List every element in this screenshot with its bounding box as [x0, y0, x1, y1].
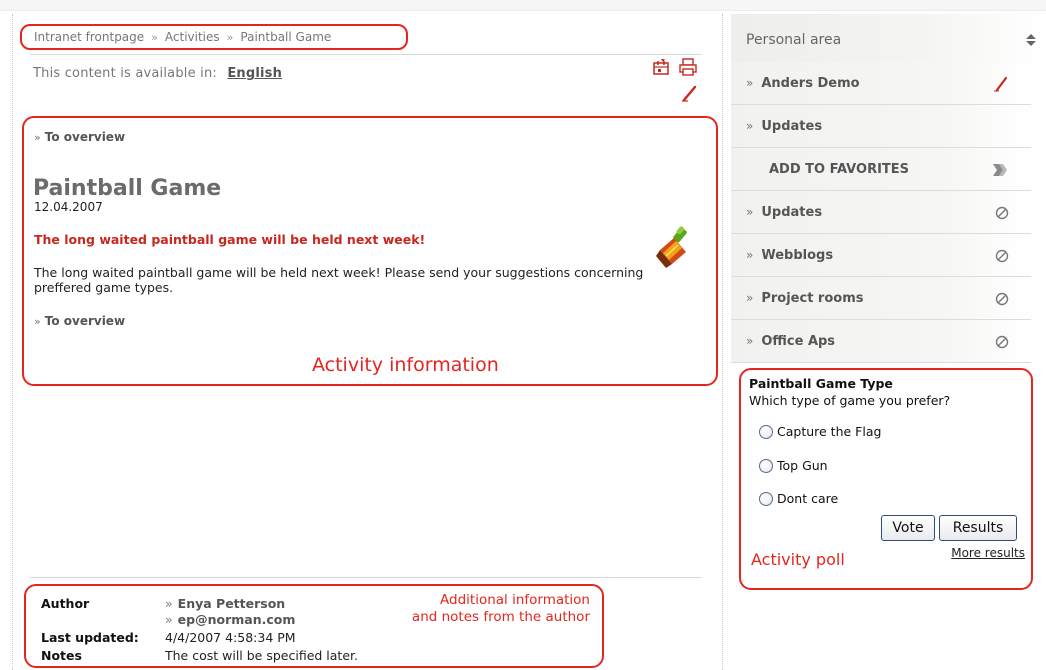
- radio-button[interactable]: [759, 491, 773, 506]
- last-updated-value: 4/4/2007 4:58:34 PM: [165, 630, 296, 645]
- chevron-right-icon: »: [746, 334, 754, 348]
- article-title: Paintball Game: [33, 176, 222, 201]
- poll-option-top-gun[interactable]: Top Gun: [759, 458, 828, 473]
- chevron-right-icon: »: [165, 612, 173, 627]
- sort-arrows-icon: [1026, 34, 1036, 46]
- sidebar-item-updates[interactable]: » Updates: [731, 105, 1031, 148]
- radio-button[interactable]: [759, 424, 773, 439]
- notes-label: Notes: [41, 648, 82, 663]
- disabled-circle-icon[interactable]: [995, 292, 1009, 306]
- author-notes-annotation: Additional information and notes from th…: [411, 592, 590, 625]
- notes-value: The cost will be specified later.: [165, 648, 358, 663]
- divider: [30, 54, 702, 55]
- vote-button[interactable]: Vote: [881, 515, 935, 541]
- language-row: This content is available in: English: [33, 66, 282, 81]
- print-icon[interactable]: [678, 58, 698, 76]
- bookmark-add-icon: [993, 163, 1007, 176]
- chevron-right-icon: »: [746, 76, 754, 90]
- top-strip: [0, 0, 1046, 11]
- edit-pencil-icon[interactable]: [993, 76, 1009, 92]
- results-button[interactable]: Results: [939, 515, 1017, 541]
- sidebar-item-office-aps[interactable]: » Office Aps: [731, 320, 1031, 363]
- sidebar-item-webblogs[interactable]: » Webblogs: [731, 234, 1031, 277]
- disabled-circle-icon[interactable]: [995, 335, 1009, 349]
- disabled-circle-icon[interactable]: [995, 206, 1009, 220]
- calendar-export-icon[interactable]: [652, 58, 672, 76]
- poll-option-capture-the-flag[interactable]: Capture the Flag: [759, 424, 881, 439]
- divider: [30, 577, 702, 578]
- sidebar-item-project-rooms[interactable]: » Project rooms: [731, 277, 1031, 320]
- language-prompt: This content is available in:: [33, 66, 217, 81]
- author-info-box: Author » Enya Petterson » ep@norman.com La…: [24, 584, 604, 668]
- sidebar-item-user[interactable]: » Anders Demo: [731, 62, 1031, 105]
- edit-pencil-icon[interactable]: [680, 84, 700, 102]
- activity-information-box: » To overview Paintball Game 12.04.2007 T…: [22, 116, 718, 386]
- add-to-favorites-button[interactable]: ADD TO FAVORITES: [731, 148, 1031, 191]
- poll-title: Paintball Game Type: [749, 376, 893, 391]
- chevron-right-icon: »: [746, 291, 754, 305]
- breadcrumb-separator: »: [226, 31, 234, 44]
- radio-button[interactable]: [759, 458, 773, 473]
- breadcrumb-item-current: Paintball Game: [240, 30, 332, 44]
- chevron-right-icon: »: [34, 315, 41, 328]
- poll-option-dont-care[interactable]: Dont care: [759, 491, 838, 506]
- chevron-right-icon: »: [746, 248, 754, 262]
- breadcrumb-item-activities[interactable]: Activities: [165, 30, 220, 44]
- to-overview-link-top[interactable]: » To overview: [34, 130, 125, 144]
- activity-poll-annotation: Activity poll: [751, 550, 845, 569]
- article-lead: The long waited paintball game will be h…: [34, 232, 426, 247]
- breadcrumb-item-intranet-frontpage[interactable]: Intranet frontpage: [34, 30, 144, 44]
- author-label: Author: [41, 596, 90, 611]
- author-name-link[interactable]: » Enya Petterson: [165, 596, 285, 611]
- poll-question: Which type of game you prefer?: [749, 393, 951, 408]
- chevron-right-icon: »: [746, 119, 754, 133]
- disabled-circle-icon[interactable]: [995, 249, 1009, 263]
- language-link-english[interactable]: English: [227, 66, 282, 81]
- sidebar: Personal area » Anders Demo » Updates ADD …: [731, 14, 1046, 670]
- column-dotted-divider: [722, 14, 723, 670]
- to-overview-link-bottom[interactable]: » To overview: [34, 314, 125, 328]
- breadcrumb-separator: »: [151, 31, 158, 44]
- chevron-right-icon: »: [34, 131, 41, 144]
- article-date: 12.04.2007: [34, 200, 103, 214]
- breadcrumb: Intranet frontpage » Activities » Paintball …: [20, 24, 408, 50]
- chevron-right-icon: »: [746, 205, 754, 219]
- activity-information-annotation: Activity information: [312, 354, 499, 376]
- personal-area-header[interactable]: Personal area: [731, 14, 1046, 62]
- more-results-link[interactable]: More results: [951, 546, 1025, 560]
- author-email-link[interactable]: » ep@norman.com: [165, 612, 295, 627]
- left-dotted-divider: [12, 14, 13, 670]
- article-body: The long waited paintball game will be h…: [34, 265, 644, 295]
- paintbrush-icon: [656, 226, 687, 268]
- activity-poll-box: Paintball Game Type Which type of game y…: [739, 368, 1033, 590]
- sidebar-item-updates-secondary[interactable]: » Updates: [731, 191, 1031, 234]
- article-toolbar: [652, 58, 702, 104]
- chevron-right-icon: »: [165, 596, 173, 611]
- last-updated-label: Last updated:: [41, 630, 139, 645]
